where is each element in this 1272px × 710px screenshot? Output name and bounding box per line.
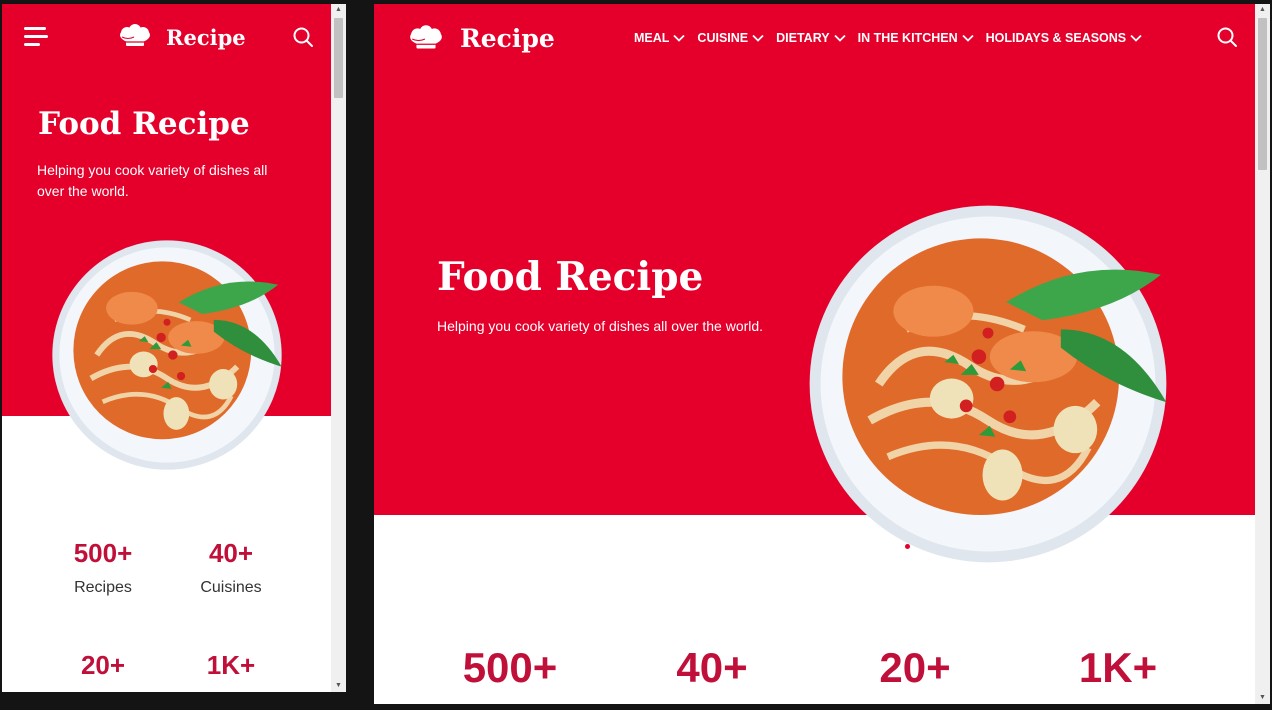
chevron-down-icon	[833, 34, 846, 42]
scroll-down-arrow[interactable]: ▼	[331, 680, 346, 692]
carousel-indicator-dot[interactable]	[905, 544, 910, 549]
stat-value: 1K+	[1078, 644, 1158, 691]
stat-fourth: 1K+	[1038, 644, 1198, 692]
chevron-down-icon	[1130, 34, 1142, 42]
stat-third: 20+	[835, 644, 995, 692]
stat-value: 500+	[462, 644, 558, 691]
chevron-down-icon	[961, 34, 974, 42]
nav-item-label: DIETARY	[776, 31, 830, 45]
scroll-thumb[interactable]	[334, 18, 343, 98]
scroll-up-arrow[interactable]: ▲	[331, 4, 346, 16]
nav-item-dietary[interactable]: DIETARY	[776, 31, 846, 45]
scrollbar[interactable]: ▲ ▼	[331, 4, 346, 692]
stat-fourth: 1K+	[176, 650, 286, 681]
stat-value: 20+	[879, 644, 951, 691]
chevron-down-icon	[673, 34, 686, 42]
scrollbar[interactable]: ▲ ▼	[1255, 4, 1270, 704]
chef-hat-icon	[410, 24, 442, 49]
logo[interactable]: Recipe	[408, 24, 555, 53]
mobile-view: Recipe Food Recipe Helping you cook vari…	[2, 4, 346, 692]
nav-item-meal[interactable]: MEAL	[634, 31, 686, 45]
nav-item-in-the-kitchen[interactable]: IN THE KITCHEN	[858, 31, 974, 45]
desktop-view: Recipe MEAL CUISINE DIETARY IN THE KITCH…	[374, 4, 1270, 704]
hero-title: Food Recipe	[38, 106, 250, 142]
stat-recipes: 500+ Recipes	[48, 538, 158, 597]
stat-cuisines: 40+ Cuisines	[176, 538, 286, 597]
search-icon[interactable]	[292, 26, 314, 48]
logo-text: Recipe	[460, 24, 555, 53]
food-bowl-image	[809, 205, 1167, 563]
stat-label: Cuisines	[200, 579, 262, 596]
nav-item-label: IN THE KITCHEN	[857, 31, 958, 45]
food-bowl-image	[52, 240, 282, 470]
nav-item-cuisine[interactable]: CUISINE	[697, 31, 764, 45]
scroll-thumb[interactable]	[1258, 18, 1267, 170]
hamburger-icon[interactable]	[24, 26, 50, 48]
stat-label: Recipes	[74, 579, 132, 596]
logo-text: Recipe	[166, 24, 246, 50]
stat-value: 500+	[73, 538, 133, 568]
chevron-down-icon	[752, 34, 764, 42]
nav-item-label: HOLIDAYS & SEASONS	[985, 31, 1127, 45]
search-icon[interactable]	[1216, 26, 1238, 48]
hero-subtitle: Helping you cook variety of dishes all o…	[437, 318, 764, 334]
stat-value: 1K+	[206, 650, 256, 680]
stat-cuisines: 40+	[632, 644, 792, 692]
stat-third: 20+	[48, 650, 158, 681]
scroll-up-arrow[interactable]: ▲	[1255, 4, 1270, 16]
stat-value: 40+	[676, 644, 748, 691]
hero-subtitle: Helping you cook variety of dishes all o…	[37, 162, 268, 199]
logo[interactable]: Recipe	[118, 24, 246, 50]
nav-item-label: CUISINE	[697, 31, 749, 45]
nav-item-holidays-seasons[interactable]: HOLIDAYS & SEASONS	[986, 31, 1143, 45]
stat-recipes: 500+	[430, 644, 590, 692]
main-nav: MEAL CUISINE DIETARY IN THE KITCHEN HOLI…	[634, 31, 1154, 45]
stat-value: 20+	[80, 650, 126, 680]
scroll-down-arrow[interactable]: ▼	[1255, 692, 1270, 704]
chef-hat-icon	[120, 24, 150, 46]
nav-item-label: MEAL	[634, 31, 670, 45]
stat-value: 40+	[208, 538, 254, 568]
hero-title: Food Recipe	[437, 254, 704, 300]
